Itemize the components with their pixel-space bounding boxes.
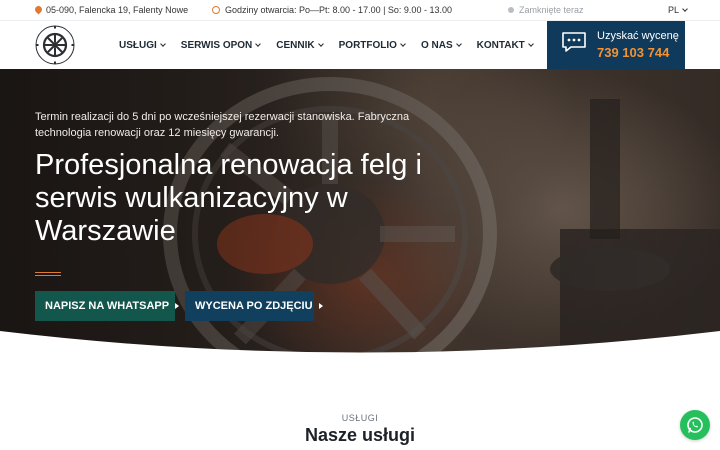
address-info[interactable]: 05-090, Falencka 19, Falenty Nowe bbox=[35, 5, 188, 15]
main-nav: USŁUGI SERWIS OPON CENNIK PORTFOLIO O NA… bbox=[119, 40, 549, 51]
nav-item-uslugi[interactable]: USŁUGI bbox=[119, 40, 166, 51]
chevron-down-icon bbox=[400, 41, 406, 47]
section-title: Nasze usługi bbox=[304, 425, 416, 445]
status-dot-icon bbox=[508, 7, 514, 13]
clock-icon bbox=[212, 6, 220, 14]
open-status: Zamknięte teraz bbox=[508, 5, 584, 15]
nav-item-label: CENNIK bbox=[276, 40, 315, 51]
nav-item-o-nas[interactable]: O NAS bbox=[420, 40, 462, 51]
nav-item-label: USŁUGI bbox=[119, 40, 157, 51]
opening-hours-info: Godziny otwarcia: Po—Pt: 8.00 - 17.00 | … bbox=[212, 5, 452, 15]
company-logo[interactable] bbox=[34, 24, 76, 66]
quote-phone[interactable]: 739 103 744 bbox=[597, 45, 669, 60]
whatsapp-icon bbox=[687, 417, 703, 433]
address-text: 05-090, Falencka 19, Falenty Nowe bbox=[46, 5, 189, 15]
language-switcher[interactable]: PL bbox=[668, 5, 688, 15]
map-pin-icon bbox=[35, 6, 42, 15]
nav-item-kontakt[interactable]: KONTAKT bbox=[476, 40, 534, 51]
nav-item-label: KONTAKT bbox=[476, 40, 525, 51]
nav-item-label: PORTFOLIO bbox=[338, 40, 397, 51]
quote-label: Uzyskać wycenę bbox=[597, 30, 679, 42]
nav-item-label: O NAS bbox=[420, 40, 453, 51]
get-quote-button[interactable]: Uzyskać wycenę 739 103 744 bbox=[547, 21, 685, 69]
main-header: USŁUGI SERWIS OPON CENNIK PORTFOLIO O NA… bbox=[0, 21, 720, 69]
hours-text: Godziny otwarcia: Po—Pt: 8.00 - 17.00 | … bbox=[225, 5, 452, 15]
status-text: Zamknięte teraz bbox=[519, 5, 584, 15]
chat-bubble-icon bbox=[562, 32, 586, 52]
language-label: PL bbox=[668, 5, 680, 15]
hero-bottom-curve bbox=[0, 331, 720, 369]
nav-item-label: SERWIS OPON bbox=[180, 40, 253, 51]
chevron-down-icon bbox=[255, 41, 262, 47]
chevron-down-icon bbox=[317, 41, 324, 47]
nav-item-cennik[interactable]: CENNIK bbox=[276, 40, 324, 51]
whatsapp-floating-button[interactable] bbox=[680, 410, 710, 440]
section-kicker: USŁUGI bbox=[341, 413, 379, 423]
nav-item-portfolio[interactable]: PORTFOLIO bbox=[338, 40, 406, 51]
nav-item-serwis-opon[interactable]: SERWIS OPON bbox=[180, 40, 262, 51]
chevron-down-icon bbox=[159, 41, 166, 47]
chevron-down-icon bbox=[455, 41, 462, 47]
chevron-down-icon bbox=[527, 41, 534, 47]
chevron-down-icon bbox=[682, 5, 688, 12]
top-info-bar: 05-090, Falencka 19, Falenty Nowe Godzin… bbox=[0, 0, 720, 21]
